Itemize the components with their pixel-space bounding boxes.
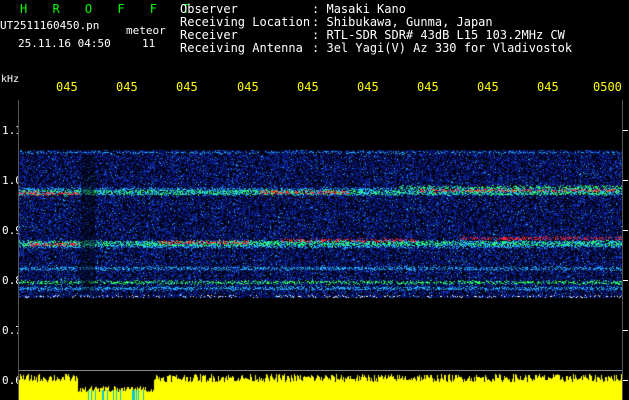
x-tick-label: 0500 [593, 80, 622, 94]
date-line: 25.11.16 04:50 11 [18, 37, 155, 50]
x-tick-label: 045 [237, 80, 259, 94]
detection-count: 11 [142, 37, 156, 50]
x-tick-label: 045 [116, 80, 138, 94]
x-tick-label: 045 [176, 80, 198, 94]
detection-type: meteor [126, 24, 166, 37]
meta-value: 3el Yagi(V) Az 330 for Vladivostok [326, 41, 573, 55]
plot-frame-right [622, 100, 623, 400]
meta-separator: : [312, 41, 320, 55]
hrofft-spectrogram-screen: H R O F F T UT2511160450.pn meteor 25.11… [0, 0, 629, 400]
y-tick-mark-right [623, 380, 628, 381]
x-tick-label: 045 [297, 80, 319, 94]
y-axis-unit: kHz [1, 74, 20, 85]
app-title: H R O F F T [20, 2, 199, 16]
y-tick-mark-right [623, 130, 628, 131]
observation-datetime: 25.11.16 04:50 [18, 37, 111, 50]
meta-row-antenna: Receiving Antenna : 3el Yagi(V) Az 330 f… [180, 42, 606, 55]
signal-level-histogram [19, 371, 622, 400]
observation-metadata: Observer : Masaki Kano Receiving Locatio… [180, 3, 606, 55]
x-tick-label: 045 [56, 80, 78, 94]
x-tick-label: 045 [477, 80, 499, 94]
x-tick-label: 045 [537, 80, 559, 94]
x-tick-label: 045 [417, 80, 439, 94]
y-tick-mark-right [623, 230, 628, 231]
y-tick-mark-right [623, 180, 628, 181]
y-tick-mark-right [623, 280, 628, 281]
file-name: UT2511160450.pn [0, 19, 100, 32]
meta-label: Receiving Antenna [180, 41, 303, 55]
spectrogram-waterfall [19, 100, 622, 369]
y-tick-mark-right [623, 330, 628, 331]
x-tick-label: 045 [357, 80, 379, 94]
file-name-line: UT2511160450.pn meteor [0, 19, 166, 37]
